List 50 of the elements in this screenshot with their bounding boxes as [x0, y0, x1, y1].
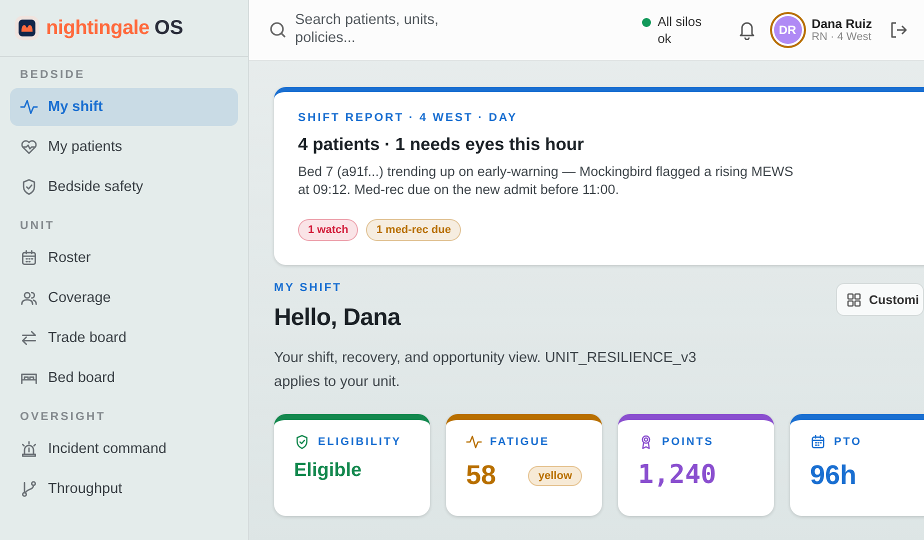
- people-icon: [20, 289, 38, 307]
- metric-value: Eligible: [294, 460, 362, 482]
- metric-value: 58: [466, 460, 496, 491]
- sidebar-item[interactable]: Coverage: [10, 279, 238, 317]
- sidebar-item[interactable]: My patients: [10, 128, 238, 166]
- shield-icon: [294, 434, 310, 450]
- metric-label: PTO: [834, 436, 862, 448]
- metric-value: 1,240: [638, 460, 716, 490]
- brand-name: nightingale: [46, 16, 150, 40]
- report-title: 4 patients · 1 needs eyes this hour: [298, 134, 585, 155]
- section-eyebrow: MY SHIFT: [274, 282, 343, 294]
- status-badge: yellow: [528, 466, 582, 486]
- metric-label: ELIGIBILITY: [318, 436, 402, 448]
- customize-button[interactable]: Customi: [836, 283, 924, 316]
- heart-icon: [20, 138, 38, 156]
- page-title: Hello, Dana: [274, 304, 400, 332]
- status-tag: 1 watch: [298, 219, 358, 241]
- search-icon: [269, 21, 287, 39]
- sidebar-item[interactable]: Bedside safety: [10, 168, 238, 206]
- search-field[interactable]: Search patients, units, policies...: [295, 11, 485, 49]
- shield-icon: [20, 178, 38, 196]
- bell-icon[interactable]: [738, 20, 756, 40]
- metric-value: 96h: [810, 460, 857, 491]
- pulse-icon: [466, 434, 482, 450]
- sidebar-item[interactable]: Bed board: [10, 359, 238, 397]
- sidebar-item[interactable]: Trade board: [10, 319, 238, 357]
- logo-icon: [14, 15, 40, 41]
- section-label: BEDSIDE: [19, 68, 86, 83]
- sidebar-item[interactable]: Roster: [10, 239, 238, 277]
- brand-suffix: OS: [154, 16, 184, 40]
- section-label: OVERSIGHT: [19, 410, 107, 425]
- status-tag: 1 med-rec due: [366, 219, 461, 241]
- report-text: Bed 7 (a91f...) trending up on early-warning — Mockingbird flagged a rising MEWS at 09:12. Med-rec due on the new admit before 11:00.: [298, 163, 794, 199]
- calendar-icon: [20, 249, 38, 267]
- metric-label: FATIGUE: [490, 436, 550, 448]
- grid-icon: [847, 292, 861, 306]
- sidebar-item[interactable]: Throughput: [10, 470, 238, 508]
- status-text: All silos ok: [658, 13, 703, 47]
- branch-icon: [20, 480, 38, 498]
- page-subtitle: Your shift, recovery, and opportunity view. UNIT_RESILIENCE_v3 applies to your unit.: [274, 349, 698, 392]
- siren-icon: [20, 440, 38, 458]
- user-name: Dana Ruiz: [812, 17, 872, 31]
- metric-label: POINTS: [662, 436, 714, 448]
- sidebar-item[interactable]: Incident command: [10, 430, 238, 468]
- calendar-icon: [810, 434, 826, 450]
- user-role: RN · 4 West: [812, 31, 872, 43]
- section-label: UNIT: [19, 219, 56, 234]
- pulse-icon: [20, 98, 38, 116]
- report-eyebrow: SHIFT REPORT · 4 WEST · DAY: [298, 112, 518, 124]
- swap-icon: [20, 329, 38, 347]
